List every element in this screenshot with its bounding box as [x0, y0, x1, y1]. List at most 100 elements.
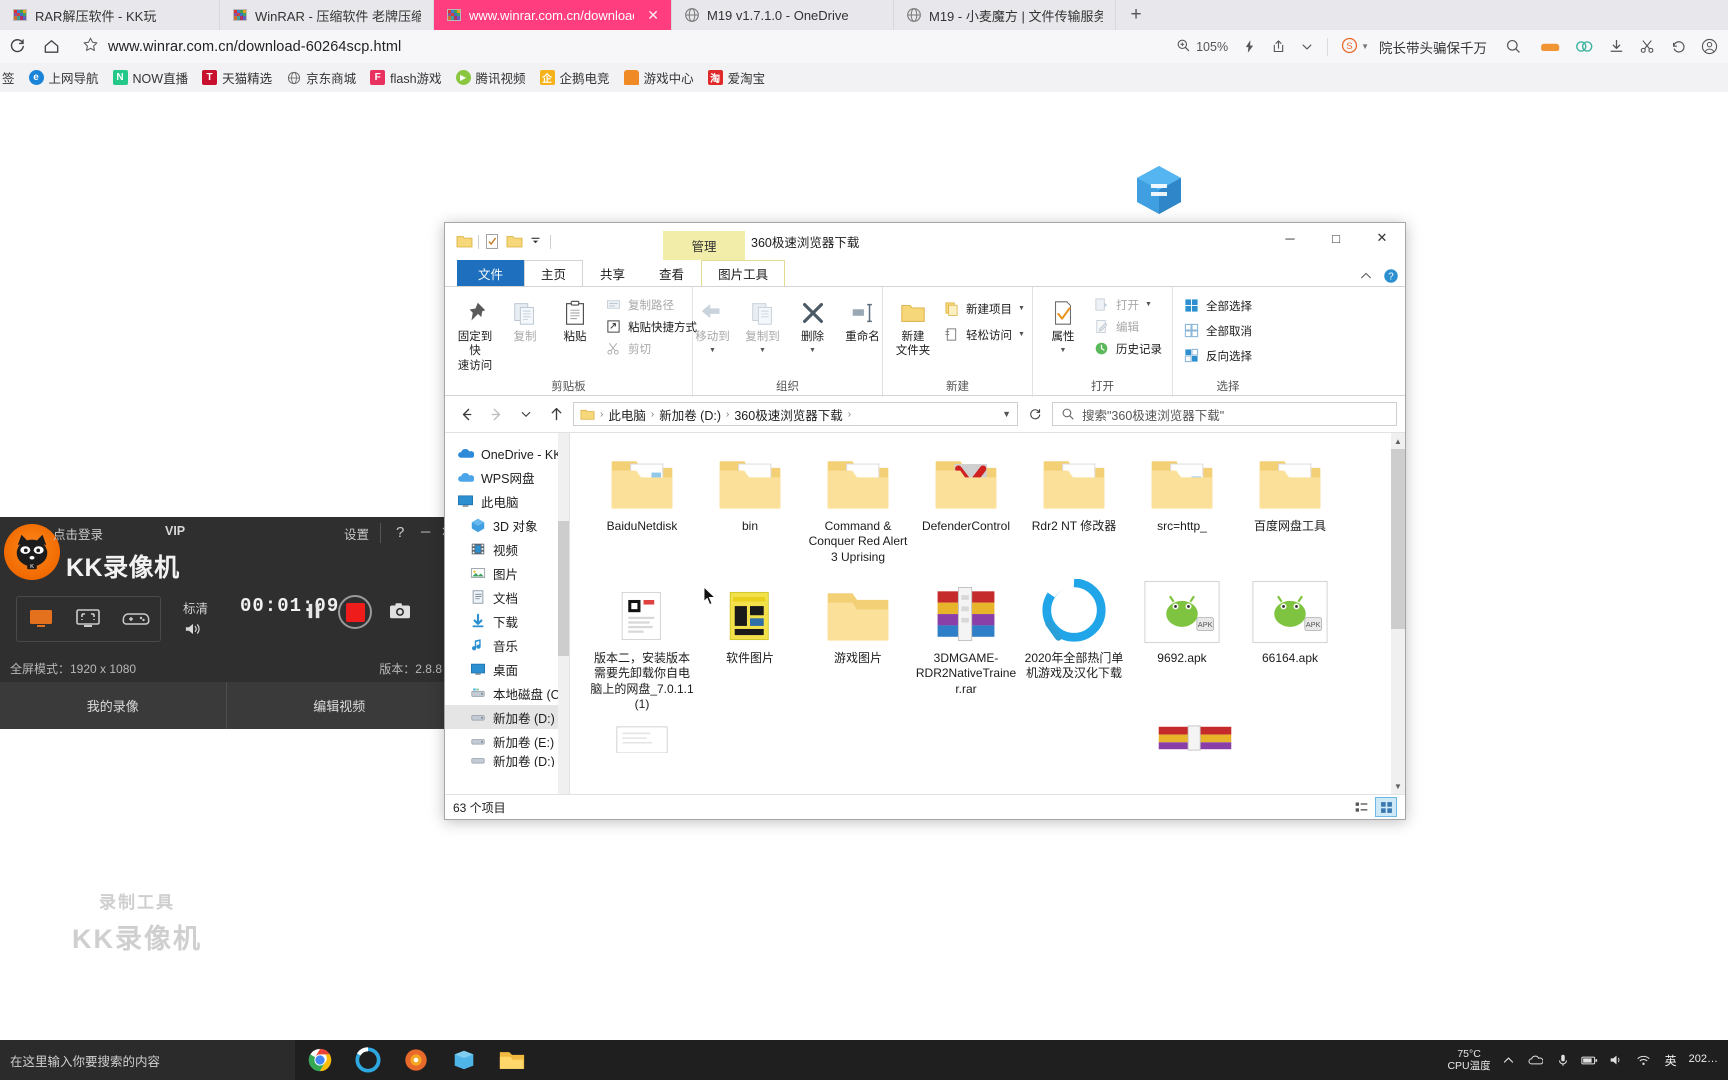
browser-tab-1[interactable]: WinRAR - 压缩软件 老牌压缩软件知…: [220, 0, 434, 30]
nav-item-this-pc[interactable]: 此电脑: [445, 489, 569, 513]
nav-item-downloads[interactable]: 下载: [445, 609, 569, 633]
details-view-icon[interactable]: [1350, 797, 1372, 817]
game-controller-icon[interactable]: [1534, 32, 1566, 62]
account-icon[interactable]: [1695, 32, 1724, 62]
screenshot-camera-icon[interactable]: [388, 601, 412, 624]
bookmark-item-8[interactable]: 游戏中心: [617, 67, 701, 89]
kk-mode-selector[interactable]: [16, 596, 161, 642]
volume-icon[interactable]: [1608, 1051, 1626, 1069]
file-item[interactable]: 2020年全部热门单机游戏及汉化下载: [1020, 573, 1128, 720]
address-bar[interactable]: www.winrar.com.cn/download-60264scp.html: [74, 34, 1165, 59]
kk-settings-button[interactable]: 设置: [344, 524, 369, 543]
microphone-icon[interactable]: [1554, 1051, 1572, 1069]
explorer-titlebar[interactable]: 管理 360极速浏览器下载 ─ □ ✕: [445, 223, 1405, 260]
forward-button[interactable]: [483, 401, 509, 427]
file-list-scroll-thumb[interactable]: [1391, 449, 1405, 629]
breadcrumb[interactable]: › 此电脑 › 新加卷 (D:) › 360极速浏览器下载 › ▼: [573, 402, 1018, 426]
share-icon[interactable]: [1265, 32, 1292, 62]
file-item[interactable]: src=http_: [1128, 441, 1236, 573]
file-item[interactable]: APK 66164.apk: [1236, 573, 1344, 720]
file-item[interactable]: DefenderControl: [912, 441, 1020, 573]
file-item[interactable]: 版本二，安装版本需要先卸载你自电脑上的网盘_7.0.1.1 (1): [588, 573, 696, 720]
ime-language-indicator[interactable]: 英: [1662, 1051, 1680, 1069]
close-button[interactable]: ✕: [1359, 223, 1405, 253]
file-item[interactable]: [588, 721, 696, 794]
history-button[interactable]: 历史记录: [1089, 339, 1166, 358]
chevron-down-icon[interactable]: ▼: [759, 347, 766, 356]
file-item[interactable]: bin: [696, 441, 804, 573]
game-mode-icon[interactable]: [121, 607, 151, 631]
browser-tab-2-active[interactable]: www.winrar.com.cn/download-60 ✕: [434, 0, 672, 30]
breadcrumb-item-2[interactable]: 360极速浏览器下载: [734, 405, 842, 424]
store-icon[interactable]: [444, 1040, 484, 1080]
contextual-tab-manage[interactable]: 管理: [663, 231, 745, 260]
network-icon[interactable]: [1635, 1051, 1653, 1069]
undo-icon[interactable]: [1664, 32, 1693, 62]
cut-button[interactable]: 剪切: [601, 339, 701, 358]
breadcrumb-item-1[interactable]: 新加卷 (D:): [659, 405, 721, 424]
ribbon-tab-home[interactable]: 主页: [524, 260, 584, 286]
bookmark-item-9[interactable]: 淘 爱淘宝: [701, 67, 773, 89]
browser-tab-4[interactable]: M19 - 小麦魔方 | 文件传输服务: [894, 0, 1116, 30]
scissors-icon[interactable]: [1633, 32, 1662, 62]
browser-tab-3[interactable]: M19 v1.7.1.0 - OneDrive: [672, 0, 894, 30]
cpu-temp-widget[interactable]: 75°C CPU温度: [1447, 1048, 1490, 1072]
pin-to-quick-access-button[interactable]: 固定到快 速访问: [451, 292, 499, 376]
bookmark-item-7[interactable]: 企 企鹅电竞: [533, 67, 617, 89]
folder-icon[interactable]: [456, 233, 473, 250]
kk-login-button[interactable]: 点击登录: [53, 524, 103, 543]
nav-item-new-volume-d2[interactable]: 新加卷 (D:): [445, 753, 569, 767]
close-icon[interactable]: ✕: [647, 8, 659, 22]
paste-button[interactable]: 粘贴: [551, 292, 599, 347]
search-input[interactable]: 搜索"360极速浏览器下载": [1052, 402, 1397, 426]
paste-shortcut-button[interactable]: 粘贴快捷方式: [601, 317, 701, 336]
file-item[interactable]: Rdr2 NT 修改器: [1020, 441, 1128, 573]
file-item[interactable]: 百度网盘工具: [1236, 441, 1344, 573]
invert-selection-button[interactable]: 反向选择: [1179, 346, 1256, 365]
recent-locations-button[interactable]: [513, 401, 539, 427]
sogou-search-widget[interactable]: S ▼ 院长带头骗保千万: [1335, 32, 1493, 62]
up-button[interactable]: [543, 401, 569, 427]
file-item[interactable]: Command & Conquer Red Alert 3 Uprising: [804, 441, 912, 573]
battery-icon[interactable]: [1581, 1051, 1599, 1069]
pause-icon[interactable]: [306, 601, 322, 624]
zoom-control[interactable]: 105%: [1170, 32, 1234, 62]
chevron-down-icon[interactable]: ▼: [1060, 347, 1067, 356]
bookmark-item-5[interactable]: F flash游戏: [363, 67, 448, 89]
kk-avatar-icon[interactable]: K: [4, 524, 60, 580]
file-item[interactable]: 3DMGAME-RDR2NativeTrainer.rar: [912, 573, 1020, 720]
chevron-down-icon[interactable]: ▼: [1002, 409, 1011, 419]
file-list-view[interactable]: BaiduNetdisk bin Command & Conquer Red A…: [570, 433, 1405, 794]
chevron-down-icon[interactable]: [1294, 32, 1320, 62]
nav-item-new-volume-d[interactable]: 新加卷 (D:): [445, 705, 569, 729]
ribbon-tab-view[interactable]: 查看: [642, 260, 701, 286]
bookmark-star-icon[interactable]: [82, 36, 99, 57]
bookmark-item-3[interactable]: T 天猫精选: [195, 67, 279, 89]
lightning-icon[interactable]: [1236, 32, 1263, 62]
bookmark-item-2[interactable]: N NOW直播: [106, 67, 196, 89]
new-tab-button[interactable]: +: [1116, 0, 1156, 30]
bookmark-item-1[interactable]: e 上网导航: [22, 67, 106, 89]
chrome-icon[interactable]: [300, 1040, 340, 1080]
kk-vip-button[interactable]: VIP: [165, 524, 185, 538]
nav-item-new-volume-e[interactable]: 新加卷 (E:): [445, 729, 569, 753]
breadcrumb-item-0[interactable]: 此电脑: [608, 405, 646, 424]
properties-check-icon[interactable]: [484, 233, 501, 250]
taskbar-clock[interactable]: 202…: [1689, 1053, 1718, 1066]
chevron-down-icon[interactable]: ▼: [709, 347, 716, 356]
kk-tab-my-recordings[interactable]: 我的录像: [0, 682, 226, 729]
nav-item-pictures[interactable]: 图片: [445, 561, 569, 585]
kk-tab-edit-video[interactable]: 编辑视频: [225, 682, 453, 729]
new-folder-button[interactable]: 新建 文件夹: [889, 292, 937, 362]
screen-mode-icon[interactable]: [26, 607, 56, 631]
chevron-down-icon[interactable]: [528, 233, 545, 250]
collapse-ribbon-icon[interactable]: [1358, 268, 1374, 284]
download-icon[interactable]: [1602, 32, 1631, 62]
scroll-down-arrow[interactable]: ▼: [1391, 778, 1405, 794]
search-icon[interactable]: [1495, 32, 1532, 62]
bookmark-item-6[interactable]: ▶ 腾讯视频: [449, 67, 533, 89]
chevron-down-icon[interactable]: ▼: [1145, 301, 1152, 308]
taskbar-search-input[interactable]: 在这里输入你要搜索的内容: [0, 1040, 295, 1080]
nav-pane-scroll-thumb[interactable]: [558, 521, 569, 656]
nav-item-documents[interactable]: 文档: [445, 585, 569, 609]
